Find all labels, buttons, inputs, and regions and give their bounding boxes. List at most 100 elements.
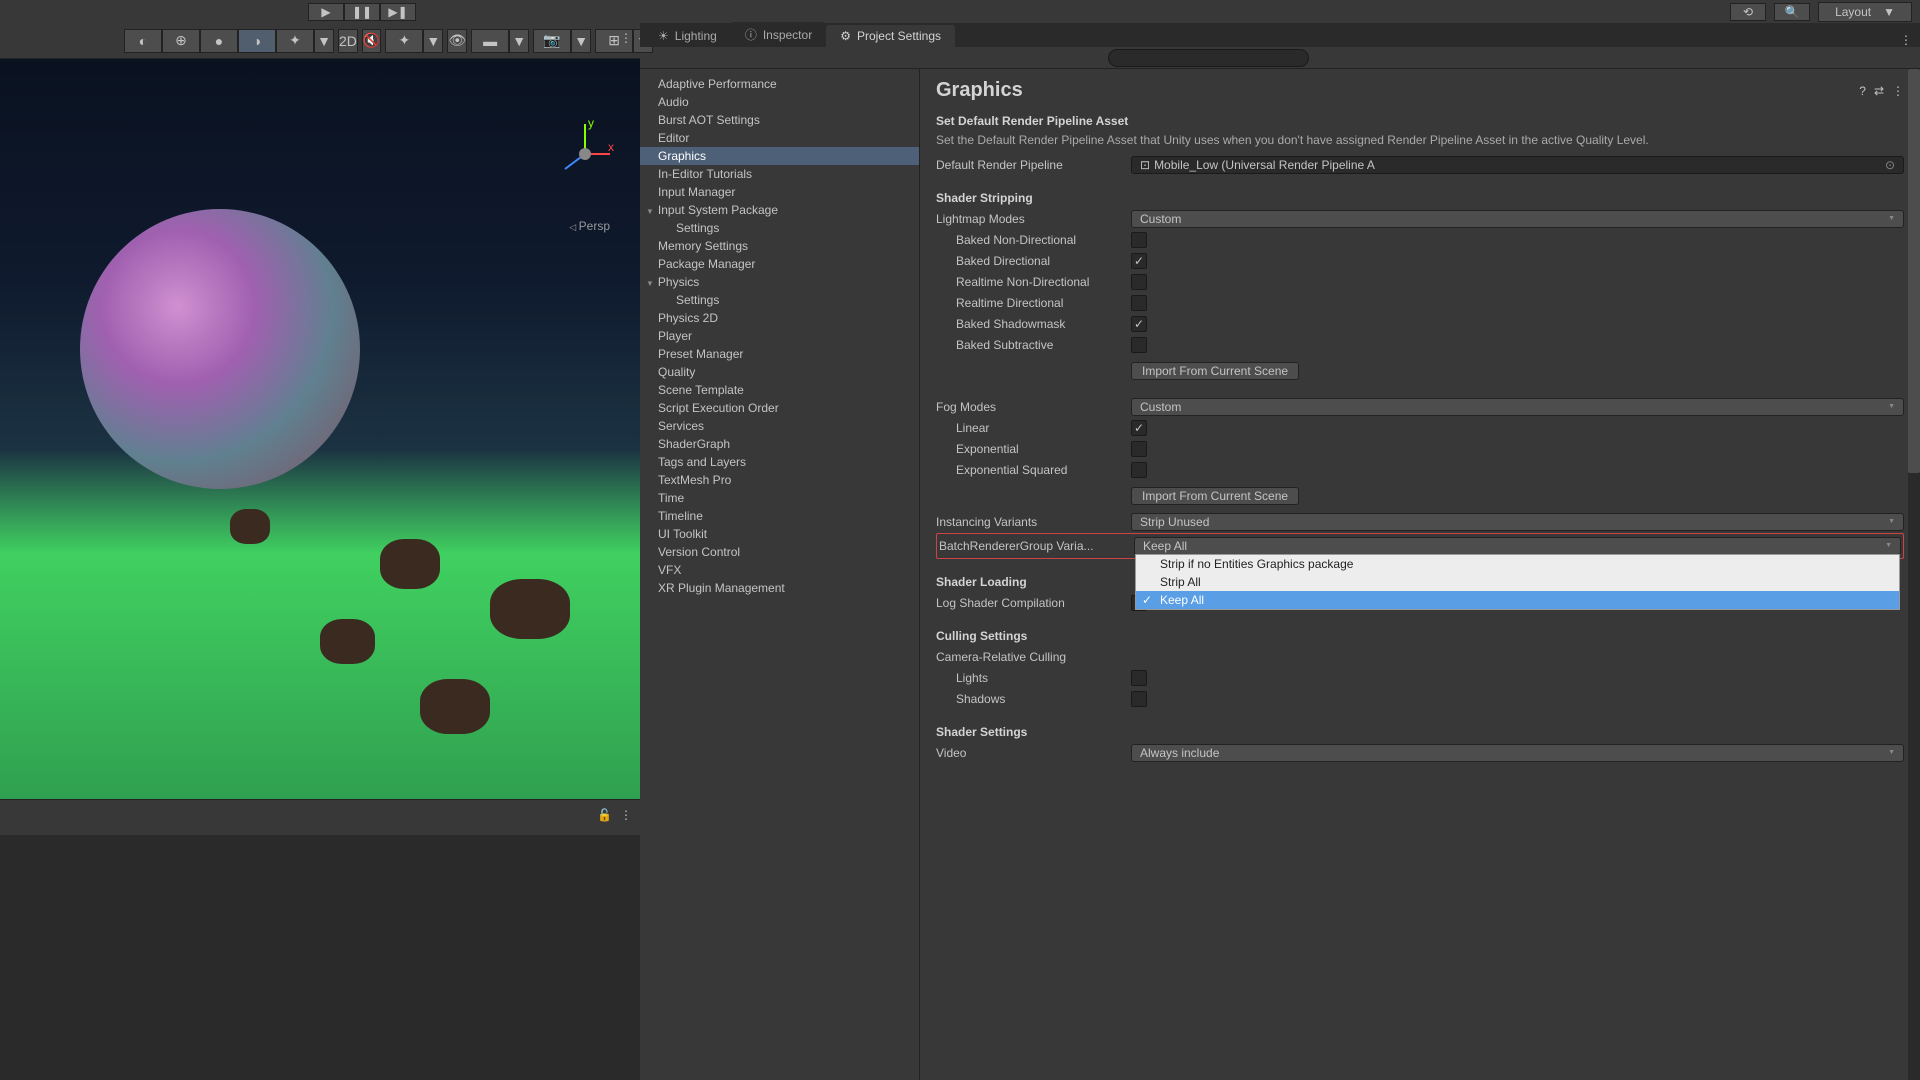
audio-toggle[interactable]: 🔇 bbox=[362, 29, 381, 53]
help-icon[interactable]: ? bbox=[1859, 84, 1866, 98]
pause-button[interactable]: ❚❚ bbox=[344, 3, 380, 21]
camera-button[interactable]: 📷 bbox=[533, 29, 571, 53]
hidden-toggle[interactable]: 👁 bbox=[447, 29, 467, 53]
checkbox-baked-shadowmask[interactable]: ✓ bbox=[1131, 316, 1147, 332]
search-wrap bbox=[1108, 49, 1912, 67]
sidebar-item-vfx[interactable]: VFX bbox=[640, 561, 919, 579]
sidebar-item-textmesh-pro[interactable]: TextMesh Pro bbox=[640, 471, 919, 489]
dropdown-brg[interactable]: Keep All Strip if no Entities Graphics p… bbox=[1134, 537, 1901, 555]
label-default-pipeline: Default Render Pipeline bbox=[936, 158, 1131, 172]
perspective-label[interactable]: ◁ Persp bbox=[569, 219, 610, 233]
tabs-more-icon[interactable]: ⋮ bbox=[1900, 33, 1912, 47]
layout-dropdown[interactable]: Layout ▼ bbox=[1818, 2, 1912, 22]
sidebar-item-in-editor-tutorials[interactable]: In-Editor Tutorials bbox=[640, 165, 919, 183]
sidebar-item-version-control[interactable]: Version Control bbox=[640, 543, 919, 561]
2d-toggle[interactable]: 2D bbox=[338, 29, 358, 53]
main-area: ◐ ⊕ ● ◑ ✦ ▼ 2D 🔇 ✦ ▼ 👁 ▬ ▼ 📷 ▼ bbox=[0, 23, 1920, 1080]
layers-button[interactable]: ▬ bbox=[471, 29, 509, 53]
sidebar-item-adaptive-performance[interactable]: Adaptive Performance bbox=[640, 75, 919, 93]
sidebar-item-input-system-package[interactable]: Input System Package bbox=[640, 201, 919, 219]
orientation-gizmo[interactable]: yx bbox=[550, 119, 620, 189]
checkbox-baked-subtractive[interactable] bbox=[1131, 337, 1147, 353]
label-video: Video bbox=[936, 746, 1131, 760]
label-linear: Linear bbox=[936, 421, 1131, 435]
sidebar-item-shadergraph[interactable]: ShaderGraph bbox=[640, 435, 919, 453]
sidebar-item-input-manager[interactable]: Input Manager bbox=[640, 183, 919, 201]
checkbox-shadows[interactable] bbox=[1131, 691, 1147, 707]
checkbox-realtime-non-dir[interactable] bbox=[1131, 274, 1147, 290]
sidebar-item-graphics[interactable]: Graphics bbox=[640, 147, 919, 165]
scene-footer-more-icon[interactable]: ⋮ bbox=[620, 808, 632, 822]
sidebar-item-memory-settings[interactable]: Memory Settings bbox=[640, 237, 919, 255]
sidebar-item-burst-aot[interactable]: Burst AOT Settings bbox=[640, 111, 919, 129]
dropdown-fog-modes[interactable]: Custom bbox=[1131, 398, 1904, 416]
content-scrollbar[interactable] bbox=[1908, 69, 1920, 1080]
sidebar-item-services[interactable]: Services bbox=[640, 417, 919, 435]
checkbox-baked-non-dir[interactable] bbox=[1131, 232, 1147, 248]
brg-option-keep-all[interactable]: Keep All bbox=[1136, 591, 1899, 609]
camera-dropdown[interactable]: ▼ bbox=[571, 29, 591, 53]
sidebar-item-xr-plugin[interactable]: XR Plugin Management bbox=[640, 579, 919, 597]
checkbox-exp-squared[interactable] bbox=[1131, 462, 1147, 478]
sidebar-item-input-system-settings[interactable]: Settings bbox=[640, 219, 919, 237]
shaded-wire-button[interactable]: ● bbox=[200, 29, 238, 53]
row-realtime-non-dir: Realtime Non-Directional bbox=[936, 272, 1904, 292]
sidebar-item-scene-template[interactable]: Scene Template bbox=[640, 381, 919, 399]
label-instancing: Instancing Variants bbox=[936, 515, 1131, 529]
search-button[interactable]: 🔍 bbox=[1774, 3, 1810, 21]
tab-inspector[interactable]: ⓘInspector bbox=[731, 22, 826, 47]
field-default-pipeline[interactable]: ⊡Mobile_Low (Universal Render Pipeline A bbox=[1131, 156, 1904, 174]
sidebar-item-ui-toolkit[interactable]: UI Toolkit bbox=[640, 525, 919, 543]
sidebar-item-physics-2d[interactable]: Physics 2D bbox=[640, 309, 919, 327]
preset-icon[interactable]: ⇄ bbox=[1874, 84, 1884, 98]
checkbox-lights[interactable] bbox=[1131, 670, 1147, 686]
dropdown-video[interactable]: Always include bbox=[1131, 744, 1904, 762]
fx-button[interactable]: ✦ bbox=[385, 29, 423, 53]
sidebar-item-preset-manager[interactable]: Preset Manager bbox=[640, 345, 919, 363]
undo-history-button[interactable]: ⟲ bbox=[1730, 3, 1766, 21]
row-exponential: Exponential bbox=[936, 439, 1904, 459]
brg-option-strip-entities[interactable]: Strip if no Entities Graphics package bbox=[1136, 555, 1899, 573]
search-input[interactable] bbox=[1108, 49, 1309, 67]
effects-group: ✦ ▼ bbox=[385, 29, 443, 53]
checkbox-linear[interactable]: ✓ bbox=[1131, 420, 1147, 436]
dropdown-instancing[interactable]: Strip Unused bbox=[1131, 513, 1904, 531]
settings-body: Adaptive Performance Audio Burst AOT Set… bbox=[640, 69, 1920, 1080]
wireframe-button[interactable]: ⊕ bbox=[162, 29, 200, 53]
btn-import-lightmap[interactable]: Import From Current Scene bbox=[1131, 362, 1299, 380]
checkbox-baked-dir[interactable]: ✓ bbox=[1131, 253, 1147, 269]
sidebar-item-timeline[interactable]: Timeline bbox=[640, 507, 919, 525]
sidebar-item-tags-layers[interactable]: Tags and Layers bbox=[640, 453, 919, 471]
scene-viewport[interactable]: yx ◁ Persp bbox=[0, 59, 640, 799]
sidebar-item-audio[interactable]: Audio bbox=[640, 93, 919, 111]
brg-option-strip-all[interactable]: Strip All bbox=[1136, 573, 1899, 591]
sidebar-item-time[interactable]: Time bbox=[640, 489, 919, 507]
shading-dropdown[interactable]: ▼ bbox=[314, 29, 334, 53]
step-button[interactable]: ▶❚ bbox=[380, 3, 416, 21]
sidebar-item-physics[interactable]: Physics bbox=[640, 273, 919, 291]
scene-more-icon[interactable]: ⋮ bbox=[620, 31, 632, 45]
layers-dropdown[interactable]: ▼ bbox=[509, 29, 529, 53]
sidebar-item-physics-settings[interactable]: Settings bbox=[640, 291, 919, 309]
btn-import-fog[interactable]: Import From Current Scene bbox=[1131, 487, 1299, 505]
sidebar-item-script-execution-order[interactable]: Script Execution Order bbox=[640, 399, 919, 417]
sidebar-item-player[interactable]: Player bbox=[640, 327, 919, 345]
fx-dropdown[interactable]: ▼ bbox=[423, 29, 443, 53]
tab-project-settings[interactable]: ⚙Project Settings bbox=[826, 25, 955, 47]
sidebar-item-quality[interactable]: Quality bbox=[640, 363, 919, 381]
lock-icon[interactable]: 🔓 bbox=[597, 808, 612, 822]
shaded-button[interactable]: ◐ bbox=[124, 29, 162, 53]
unlit-button[interactable]: ◑ bbox=[238, 29, 276, 53]
play-button[interactable]: ▶ bbox=[308, 3, 344, 21]
dropdown-lightmap-modes[interactable]: Custom bbox=[1131, 210, 1904, 228]
tab-lighting[interactable]: ☀Lighting bbox=[644, 25, 731, 47]
checkbox-exponential[interactable] bbox=[1131, 441, 1147, 457]
checkbox-realtime-dir[interactable] bbox=[1131, 295, 1147, 311]
row-instancing: Instancing Variants Strip Unused bbox=[936, 512, 1904, 532]
label-realtime-dir: Realtime Directional bbox=[936, 296, 1131, 310]
sidebar-item-package-manager[interactable]: Package Manager bbox=[640, 255, 919, 273]
scrollbar-thumb[interactable] bbox=[1908, 69, 1920, 473]
debug-button[interactable]: ✦ bbox=[276, 29, 314, 53]
sidebar-item-editor[interactable]: Editor bbox=[640, 129, 919, 147]
more-icon[interactable]: ⋮ bbox=[1892, 84, 1904, 98]
